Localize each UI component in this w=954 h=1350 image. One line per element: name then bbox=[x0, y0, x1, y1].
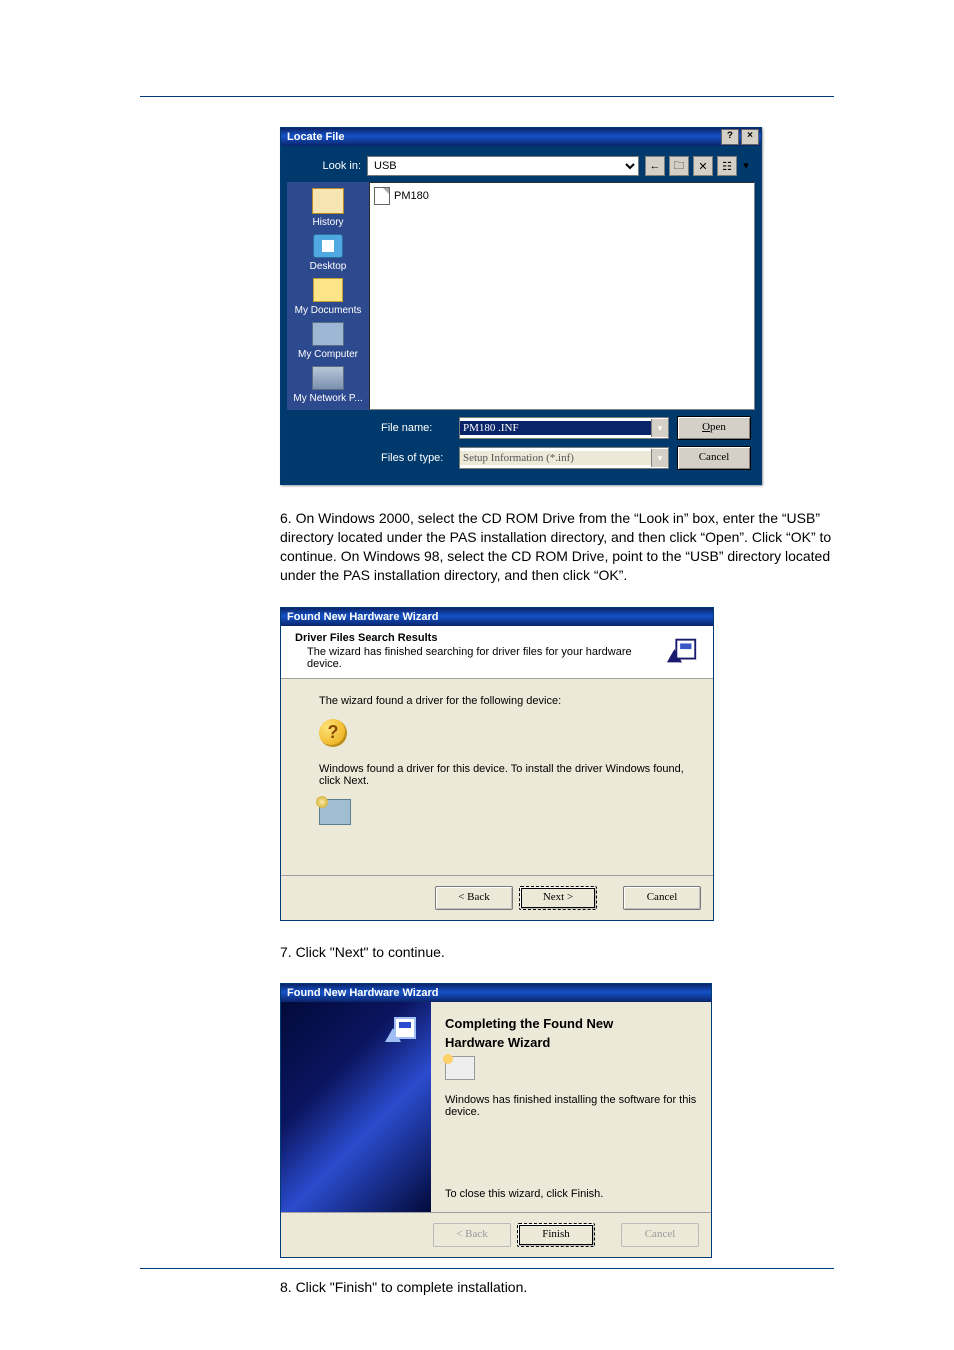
file-type-label: Files of type: bbox=[381, 452, 451, 464]
documents-icon bbox=[313, 278, 343, 302]
nav-newfolder-icon[interactable]: ✕ bbox=[693, 156, 713, 176]
titlebar[interactable]: Locate File ? × bbox=[281, 128, 761, 146]
back-button[interactable]: < Back bbox=[435, 886, 513, 910]
sidebar-label: History bbox=[312, 217, 343, 228]
locate-file-dialog: Locate File ? × Look in: USB ← 🗀 ✕ ☷ bbox=[280, 127, 762, 485]
file-name: PM180 bbox=[394, 190, 429, 202]
question-icon: ? bbox=[319, 719, 347, 747]
wizard-close-text: To close this wizard, click Finish. bbox=[445, 1188, 697, 1200]
device-placeholder: ? bbox=[319, 719, 691, 747]
hardware-icon bbox=[381, 1012, 421, 1048]
close-button[interactable]: × bbox=[741, 129, 759, 145]
look-in-select[interactable]: USB bbox=[367, 156, 639, 176]
device-chip-icon bbox=[445, 1056, 475, 1080]
mycomputer-icon bbox=[312, 322, 344, 346]
instruction-step-6: 6. On Windows 2000, select the CD ROM Dr… bbox=[280, 509, 834, 585]
sidebar-item-desktop[interactable]: Desktop bbox=[287, 234, 369, 272]
wizard-text: The wizard found a driver for the follow… bbox=[319, 695, 691, 707]
file-type-input bbox=[460, 451, 651, 465]
wizard-header-title: Driver Files Search Results bbox=[295, 632, 661, 644]
cancel-button: Cancel bbox=[621, 1223, 699, 1247]
dropdown-arrow-icon: ▾ bbox=[651, 449, 668, 467]
help-button[interactable]: ? bbox=[721, 129, 739, 145]
dropdown-arrow-icon[interactable]: ▾ bbox=[651, 419, 668, 437]
found-hardware-wizard-complete: Found New Hardware Wizard Completing the… bbox=[280, 983, 712, 1258]
places-bar: History Desktop My Documents My Computer… bbox=[287, 182, 369, 410]
sidebar-label: Desktop bbox=[310, 261, 347, 272]
history-icon bbox=[312, 188, 344, 214]
file-name-label: File name: bbox=[381, 422, 451, 434]
look-in-label: Look in: bbox=[291, 160, 361, 172]
sidebar-label: My Documents bbox=[295, 305, 362, 316]
cancel-button[interactable]: Cancel bbox=[623, 886, 701, 910]
wizard-heading: Completing the Found New bbox=[445, 1016, 697, 1031]
wizard-text: Windows found a driver for this device. … bbox=[319, 763, 691, 787]
wizard-text: Windows has finished installing the soft… bbox=[445, 1094, 697, 1118]
nav-back-icon[interactable]: ← bbox=[645, 156, 665, 176]
sidebar-item-documents[interactable]: My Documents bbox=[287, 278, 369, 316]
nav-up-icon[interactable]: 🗀 bbox=[669, 156, 689, 176]
driver-chip-icon bbox=[319, 799, 351, 825]
driver-placeholder bbox=[319, 799, 691, 825]
nav-views-icon[interactable]: ☷ bbox=[717, 156, 737, 176]
instruction-step-7: 7. Click "Next" to continue. bbox=[280, 943, 834, 962]
wizard-side-art bbox=[281, 1002, 431, 1212]
network-icon bbox=[312, 366, 344, 390]
wizard-heading: Hardware Wizard bbox=[445, 1035, 697, 1050]
instruction-step-8: 8. Click "Finish" to complete installati… bbox=[280, 1278, 834, 1297]
desktop-icon bbox=[313, 234, 343, 258]
window-title: Found New Hardware Wizard bbox=[287, 611, 438, 623]
titlebar[interactable]: Found New Hardware Wizard bbox=[281, 984, 711, 1002]
titlebar[interactable]: Found New Hardware Wizard bbox=[281, 608, 713, 626]
finish-button[interactable]: Finish bbox=[517, 1223, 595, 1247]
file-item[interactable]: PM180 bbox=[374, 187, 750, 205]
open-button[interactable]: OOpenpen bbox=[677, 416, 751, 440]
cancel-button[interactable]: Cancel bbox=[677, 446, 751, 470]
found-hardware-wizard-results: Found New Hardware Wizard Driver Files S… bbox=[280, 607, 714, 921]
file-list[interactable]: PM180 bbox=[369, 182, 755, 410]
sidebar-item-mycomputer[interactable]: My Computer bbox=[287, 322, 369, 360]
file-name-input[interactable] bbox=[460, 421, 651, 435]
sidebar-label: My Network P... bbox=[293, 393, 362, 404]
hardware-icon bbox=[661, 632, 703, 670]
nav-views-menu-icon[interactable]: ▾ bbox=[741, 156, 751, 174]
inf-file-icon bbox=[374, 187, 390, 205]
window-title: Locate File bbox=[287, 131, 344, 143]
wizard-header-subtitle: The wizard has finished searching for dr… bbox=[307, 646, 661, 670]
sidebar-label: My Computer bbox=[298, 349, 358, 360]
wizard-header: Driver Files Search Results The wizard h… bbox=[281, 626, 713, 679]
sidebar-item-network[interactable]: My Network P... bbox=[287, 366, 369, 404]
back-button: < Back bbox=[433, 1223, 511, 1247]
window-title: Found New Hardware Wizard bbox=[287, 987, 438, 999]
footer-divider bbox=[140, 1268, 834, 1269]
sidebar-item-history[interactable]: History bbox=[287, 188, 369, 228]
next-button[interactable]: Next > bbox=[519, 886, 597, 910]
header-divider bbox=[140, 96, 834, 97]
